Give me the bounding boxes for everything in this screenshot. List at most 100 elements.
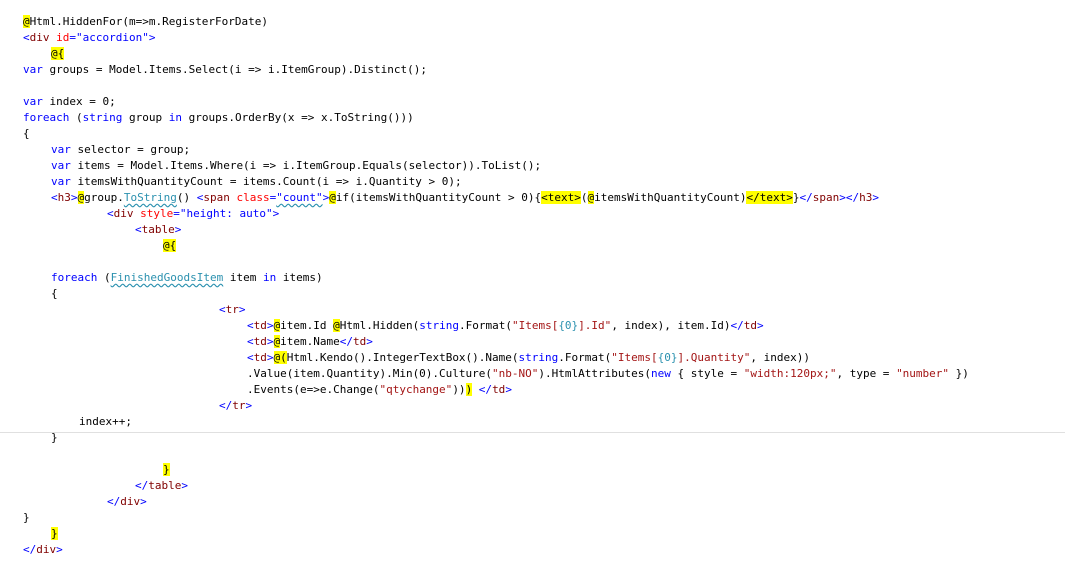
code-token: }): [949, 367, 969, 380]
code-token: h3: [859, 191, 873, 204]
code-token: td: [743, 319, 758, 332]
code-token: ></: [839, 191, 860, 204]
code-line[interactable]: @{: [0, 46, 1065, 62]
code-line[interactable]: @Html.HiddenFor(m=>m.RegisterForDate): [0, 14, 1065, 30]
code-line[interactable]: <table>: [0, 222, 1065, 238]
code-token: <: [23, 31, 30, 44]
code-token: "height: auto": [179, 207, 273, 220]
code-token: string: [518, 351, 559, 364]
code-line[interactable]: }: [0, 430, 1065, 446]
code-line[interactable]: var groups = Model.Items.Select(i => i.I…: [0, 62, 1065, 78]
code-token: td: [253, 319, 267, 332]
code-token: >: [272, 207, 280, 220]
code-token: .Events(e=>e.Change(: [247, 383, 380, 396]
code-line[interactable]: <div style="height: auto">: [0, 206, 1065, 222]
code-line[interactable]: <td>@(Html.Kendo().IntegerTextBox().Name…: [0, 350, 1065, 366]
code-token: , index)): [750, 351, 810, 364]
code-line[interactable]: }: [0, 526, 1065, 542]
code-token: string: [82, 111, 123, 124]
code-token: <: [51, 191, 58, 204]
code-token: }: [163, 463, 170, 476]
code-line[interactable]: foreach (FinishedGoodsItem item in items…: [0, 270, 1065, 286]
code-token: index = 0;: [42, 95, 116, 108]
code-line[interactable]: <td>@item.Name</td>: [0, 334, 1065, 350]
code-editor[interactable]: @Html.HiddenFor(m=>m.RegisterForDate) <di…: [0, 0, 1065, 576]
code-token: , type =: [836, 367, 897, 380]
code-token: </: [339, 335, 353, 348]
code-token: >: [238, 303, 246, 316]
code-line[interactable]: .Events(e=>e.Change("qtychange"))) </td>: [0, 382, 1065, 398]
code-token: td: [253, 335, 267, 348]
code-line[interactable]: </tr>: [0, 398, 1065, 414]
code-token: class: [229, 191, 270, 204]
code-token: {0}: [558, 319, 579, 332]
code-token: =: [69, 31, 76, 44]
code-token: .Format(: [458, 319, 512, 332]
code-token: var: [23, 63, 43, 76]
code-token: var: [51, 159, 71, 172]
code-token: <: [247, 351, 254, 364]
code-token: table: [148, 479, 182, 492]
code-token: foreach: [23, 111, 70, 124]
code-line[interactable]: }: [0, 462, 1065, 478]
code-token: div: [120, 495, 141, 508]
code-token: in: [168, 111, 182, 124]
code-token: )): [452, 383, 466, 396]
code-token: "qtychange": [379, 383, 453, 396]
code-line[interactable]: }: [0, 510, 1065, 526]
code-line[interactable]: foreach (string group in groups.OrderBy(…: [0, 110, 1065, 126]
code-line[interactable]: <tr>: [0, 302, 1065, 318]
code-line[interactable]: {: [0, 286, 1065, 302]
code-token: <: [190, 191, 204, 204]
code-token: "number": [896, 367, 950, 380]
code-token: }: [23, 511, 30, 524]
code-line[interactable]: var items = Model.Items.Where(i => i.Ite…: [0, 158, 1065, 174]
code-token: td: [253, 351, 267, 364]
code-line[interactable]: index++;: [0, 414, 1065, 430]
code-token: (): [176, 191, 191, 204]
code-token: >: [266, 319, 274, 332]
code-token: tr: [225, 303, 239, 316]
code-line[interactable]: .Value(item.Quantity).Min(0).Culture("nb…: [0, 366, 1065, 382]
code-token: >: [56, 543, 63, 556]
code-token: >: [872, 191, 879, 204]
code-token: { style =: [670, 367, 744, 380]
code-token: if(itemsWithQuantityCount > 0){: [335, 191, 542, 204]
code-line[interactable]: <td>@item.Id @Html.Hidden(string.Format(…: [0, 318, 1065, 334]
code-token: "width:120px;": [743, 367, 837, 380]
code-token: {: [51, 287, 58, 300]
code-token: =: [173, 207, 180, 220]
code-token: string: [419, 319, 459, 332]
code-token: item: [223, 271, 263, 284]
code-line[interactable]: {: [0, 126, 1065, 142]
code-token: foreach: [51, 271, 98, 284]
code-token: itemsWithQuantityCount): [594, 191, 747, 204]
code-token: </: [472, 383, 493, 396]
code-token: .Format(: [558, 351, 612, 364]
code-token: , index), item.Id): [611, 319, 731, 332]
code-line[interactable]: var itemsWithQuantityCount = items.Count…: [0, 174, 1065, 190]
code-token: >: [266, 335, 274, 348]
code-token: >: [148, 31, 156, 44]
code-token: Html.Kendo().IntegerTextBox().Name(: [286, 351, 519, 364]
code-line[interactable]: @{: [0, 238, 1065, 254]
code-token: "accordion": [76, 31, 149, 44]
code-token: (: [69, 111, 83, 124]
code-token: >: [366, 335, 373, 348]
code-line[interactable]: </div>: [0, 542, 1065, 558]
code-line[interactable]: </table>: [0, 478, 1065, 494]
code-line[interactable]: </div>: [0, 494, 1065, 510]
code-line[interactable]: <h3>@group.ToString() <span class="count…: [0, 190, 1065, 206]
code-line[interactable]: var selector = group;: [0, 142, 1065, 158]
code-token: ].Id": [578, 319, 612, 332]
code-token: </: [135, 479, 149, 492]
code-token: items): [276, 271, 323, 284]
code-token: }: [51, 527, 58, 540]
code-token: span: [203, 191, 230, 204]
code-token: "nb-NO": [492, 367, 539, 380]
code-line[interactable]: <div id="accordion">: [0, 30, 1065, 46]
code-token: }: [51, 431, 58, 444]
code-token: >: [140, 495, 147, 508]
code-token: in: [262, 271, 277, 284]
code-line[interactable]: var index = 0;: [0, 94, 1065, 110]
